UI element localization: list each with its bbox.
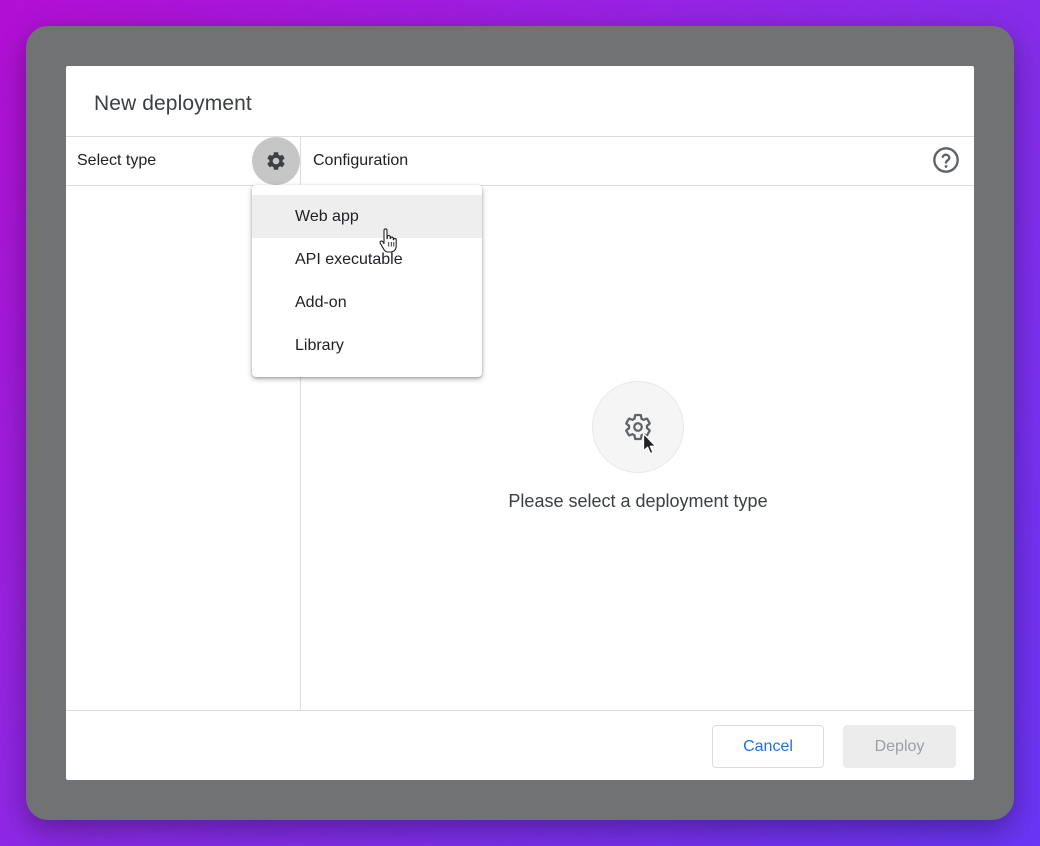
divider [66,185,974,186]
menu-item-api-executable[interactable]: API executable [252,238,482,281]
deployment-type-menu: Web app API executable Add-on Library [252,185,482,377]
gear-icon [625,413,651,441]
gear-icon [267,152,285,170]
deploy-button[interactable]: Deploy [843,725,956,768]
empty-state-icon-circle [592,381,684,473]
help-circle-icon [933,147,959,173]
configuration-label: Configuration [313,152,409,169]
empty-state-message: Please select a deployment type [508,491,768,511]
menu-item-label: Add-on [295,293,347,311]
new-deployment-dialog: New deployment Select type Configuration… [66,66,974,780]
menu-item-library[interactable]: Library [252,324,482,367]
divider [66,136,974,137]
menu-item-label: Web app [295,207,359,225]
select-type-gear-button[interactable] [252,137,300,185]
select-type-label: Select type [77,152,157,169]
menu-item-web-app[interactable]: Web app [252,195,482,238]
menu-item-label: API executable [295,250,403,268]
menu-item-add-on[interactable]: Add-on [252,281,482,324]
divider [66,710,974,711]
cancel-button[interactable]: Cancel [712,725,824,768]
help-button[interactable] [932,146,960,174]
menu-item-label: Library [295,336,344,354]
dialog-title: New deployment [94,92,252,115]
